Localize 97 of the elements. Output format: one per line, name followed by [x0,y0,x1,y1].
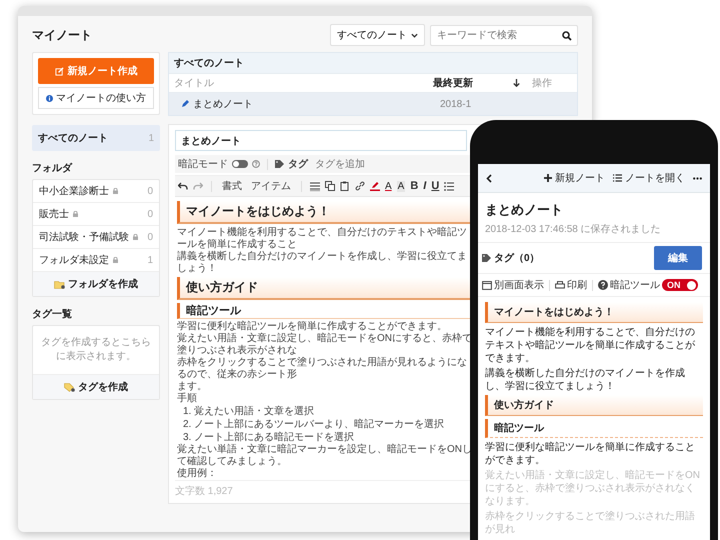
all-notes-item[interactable]: すべてのノート 1 [32,125,160,151]
folder-label: すべてのノート [38,132,108,145]
more-icon[interactable] [693,176,702,180]
paragraph: ます。 [177,381,208,392]
paragraph: 手順 [177,393,198,405]
list-item: 2. ノート上部にあるツールバーより、暗記マーカーを選択 [183,418,446,431]
folder-item[interactable]: 司法試験・予備試験 0 [33,226,159,249]
create-tag-button[interactable]: タグを作成 [33,375,159,399]
highlighter-icon[interactable] [370,181,380,191]
back-icon[interactable] [486,174,492,182]
note-count: 1 [148,132,154,144]
edit-button[interactable]: 編集 [654,246,702,270]
paragraph: マイノート機能を利用することで、自分だけのテキストや暗記ツールを簡単に作成すること [177,227,468,250]
folder-name: 中小企業診断士 [39,184,109,198]
memorize-toggle[interactable]: ON [662,279,698,291]
paragraph: 学習に便利な暗記ツールを簡単に作成することができます。 [177,321,448,332]
sort-arrow-icon[interactable] [513,79,520,87]
folder-name: 販売士 [39,208,69,221]
lock-icon [73,211,78,217]
help-button[interactable]: マイノートの使い方 [38,87,154,109]
plus-icon [544,174,552,182]
tag-count: タグ（0） [494,252,540,265]
separate-window-button[interactable]: 別画面表示 [482,278,544,292]
printer-icon [555,280,565,290]
saved-time: 2018-12-03 17:46:58 に保存されました [478,222,710,243]
bullet-list-icon[interactable] [444,182,454,190]
column-header[interactable]: 最終更新 [433,76,513,90]
note-count: 1 [147,254,153,266]
paragraph: 赤枠をクリックすることで塗りつぶされた用語が見れるようになるので、従来の赤シート形 [177,357,468,381]
lock-icon [133,234,138,240]
format-dropdown[interactable]: 書式 [220,179,244,193]
folder-name: フォルダ未設定 [39,254,109,267]
pencil-icon [181,100,189,108]
note-count: 0 [147,232,153,242]
paragraph: 覚えたい単語・文章に暗記マーカーを設定し、暗記モードをONして確認してみましょう。 [177,444,473,468]
subsection-heading: 暗記ツール [485,419,703,438]
style-button[interactable]: U [431,180,440,192]
section-heading: タグ一覧 [32,308,73,321]
updated-date: 2018-1 [440,98,472,110]
note-count: 0 [147,208,153,220]
panel-title: すべてのノート [169,53,577,73]
paragraph: 赤枠をクリックすることで塗りつぶされた用語が見れ [485,510,696,536]
tag-icon [64,382,75,392]
note-filter-dropdown[interactable]: すべてのノート [330,24,425,46]
section-heading: フォルダ [32,162,74,175]
color-button[interactable]: A [385,180,392,192]
folder-name: 司法試験・予備試験 [39,230,129,244]
search-field[interactable]: キーワードで検索 [430,24,578,46]
paragraph: 学習に便利な暗記ツールを簡単に作成することができます。 [485,441,696,467]
paste-icon[interactable] [340,181,350,191]
title-input[interactable]: まとめノート [175,130,467,151]
folder-item[interactable]: 中小企業診断士 0 [33,180,159,203]
list-item: 1. 覚えたい用語・文章を選択 [183,405,316,418]
note-row[interactable]: まとめノート 2018-1 [169,92,577,115]
note-title: まとめノート [193,98,254,111]
column-header: タイトル [174,77,215,90]
window-icon [482,280,492,290]
tag-input[interactable]: タグを追加 [312,158,428,170]
paragraph: 講義を横断した自分だけのマイノートを作成し、学習に役立てましょう！ [177,251,468,275]
lock-icon [113,188,118,194]
info-icon [46,94,53,102]
paragraph: マイノート機能を利用することで、自分だけのテキストや暗記ツールを簡単に作成することができます。 [485,326,696,365]
folder-item[interactable]: 販売士 0 [33,203,159,226]
create-folder-button[interactable]: フォルダを作成 [33,272,159,296]
note-count: 0 [147,186,153,196]
link-icon[interactable] [355,181,365,191]
page-title: マイノート [32,26,92,44]
undo-icon[interactable] [178,182,188,190]
lock-icon [113,257,118,263]
help-icon[interactable] [598,280,608,290]
column-header: 操作 [532,77,553,90]
tag-icon [482,254,491,262]
new-note-button[interactable]: 新規ノート [544,171,605,185]
color-button[interactable]: A [396,180,406,192]
note-title: まとめノート [484,201,564,219]
list-icon [613,174,622,182]
caret-icon [411,32,418,38]
paragraph: 講義を横断した自分だけのマイノートを作成し、学習に役立てましょう！ [485,367,686,393]
print-button[interactable]: 印刷 [555,278,587,292]
style-button[interactable]: B [410,180,418,192]
search-icon[interactable] [562,31,572,41]
paragraph: 使用例： [177,468,218,480]
tag-label: タグ [288,158,308,171]
folder-icon [54,280,65,288]
tag-icon [275,160,284,168]
memorize-label: 暗記ツール [610,278,660,292]
copy-icon[interactable] [325,181,335,191]
mode-label: 暗記モード [178,158,228,171]
open-note-button[interactable]: ノートを開く [613,171,685,185]
item-dropdown[interactable]: アイテム [249,179,293,193]
table-icon[interactable] [310,182,320,190]
list-item: 3. ノート上部にある暗記モードを選択 [183,431,356,444]
section-heading: 使い方ガイド [485,395,703,416]
style-button[interactable]: I [423,180,426,192]
memorize-toggle[interactable] [232,160,248,168]
edit-icon [54,66,64,76]
section-heading: マイノートをはじめよう！ [485,302,703,323]
